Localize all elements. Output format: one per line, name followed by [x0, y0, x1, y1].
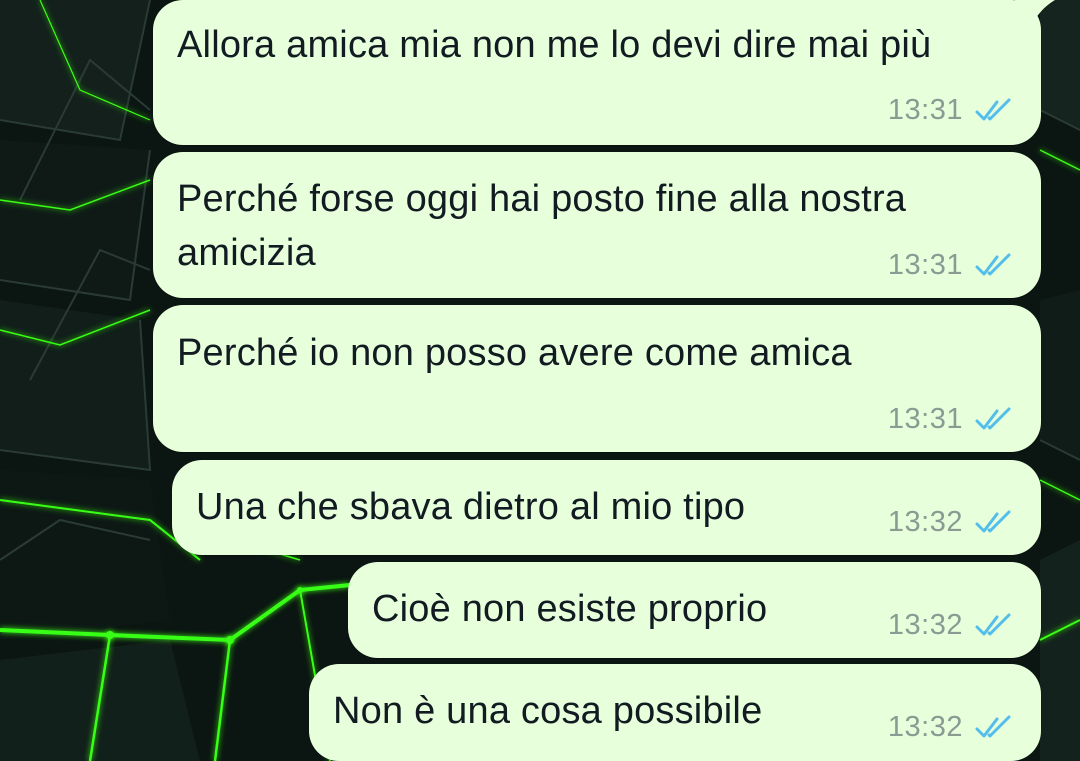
message-bubble[interactable]: Perché forse oggi hai posto fine alla no…: [153, 152, 1041, 298]
message-bubble[interactable]: Non è una cosa possibile 13:32: [309, 664, 1041, 761]
message-text: Allora amica mia non me lo devi dire mai…: [177, 24, 932, 66]
double-check-read-icon: [975, 407, 1011, 429]
message-text: Cioè non esiste proprio: [372, 588, 768, 630]
double-check-read-icon: [975, 98, 1011, 120]
message-time: 13:32: [887, 609, 963, 641]
double-check-read-icon: [975, 510, 1011, 532]
double-check-read-icon: [975, 715, 1011, 737]
message-meta: 13:32: [888, 711, 1015, 744]
double-check-read-icon: [975, 613, 1011, 635]
message-text: Una che sbava dietro al mio tipo: [196, 486, 746, 528]
message-bubble[interactable]: Una che sbava dietro al mio tipo 13:32: [172, 460, 1041, 555]
message-text: Perché io non posso avere come amica: [177, 332, 852, 374]
message-bubble[interactable]: Cioè non esiste proprio 13:32: [348, 562, 1041, 658]
message-meta: 13:31: [888, 94, 1015, 127]
bubble-tail-icon: [1015, 0, 1055, 30]
double-check-read-icon: [975, 253, 1011, 275]
message-meta: 13:31: [888, 249, 1015, 282]
message-bubble[interactable]: Allora amica mia non me lo devi dire mai…: [153, 0, 1055, 145]
message-time: 13:32: [887, 711, 963, 743]
message-time: 13:31: [887, 94, 963, 126]
message-text: Non è una cosa possibile: [333, 690, 763, 732]
message-bubble[interactable]: Perché io non posso avere come amica 13:…: [153, 305, 1041, 452]
message-meta: 13:32: [888, 506, 1015, 539]
message-meta: 13:32: [888, 609, 1015, 642]
message-time: 13:31: [887, 249, 963, 281]
message-meta: 13:31: [888, 403, 1015, 436]
message-time: 13:32: [887, 506, 963, 538]
message-time: 13:31: [887, 403, 963, 435]
